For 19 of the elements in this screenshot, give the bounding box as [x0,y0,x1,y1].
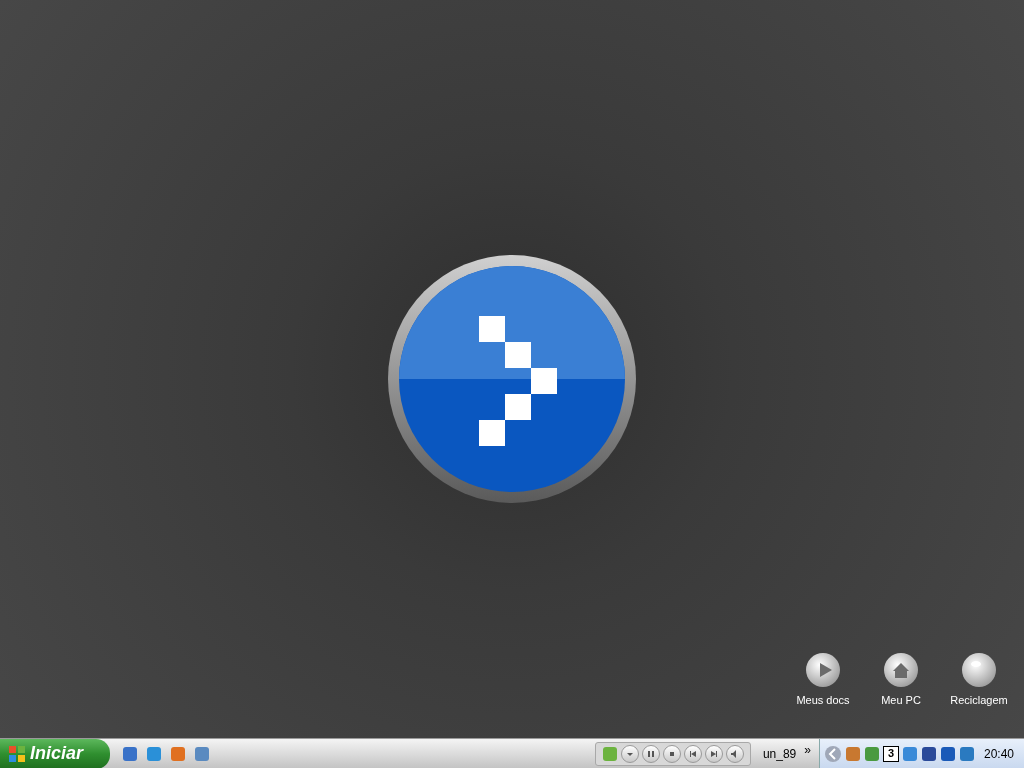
pause-button[interactable] [641,744,660,763]
pause-icon [645,748,656,759]
stop-button[interactable] [662,744,681,763]
toolbar-label[interactable]: un_89 [762,744,797,763]
start-button[interactable]: Iniciar [0,738,110,768]
previous-icon [687,748,698,759]
calendar-day-icon[interactable]: 3 [882,745,899,762]
next-icon [708,748,719,759]
desktop-icon-label[interactable]: Meu PC [881,691,921,708]
previous-button[interactable] [683,744,702,763]
house-icon[interactable] [883,651,919,688]
desktop-icon-label[interactable]: Meus docs [796,691,850,708]
desktop-icon-label[interactable]: Reciclagem [950,691,1008,708]
play-icon[interactable] [805,651,841,688]
clock[interactable]: 20:40 [983,744,1014,763]
orb-icon[interactable] [961,651,997,688]
overflow-chevron[interactable]: » [804,740,811,759]
volume-button[interactable] [725,744,744,763]
next-button[interactable] [704,744,723,763]
